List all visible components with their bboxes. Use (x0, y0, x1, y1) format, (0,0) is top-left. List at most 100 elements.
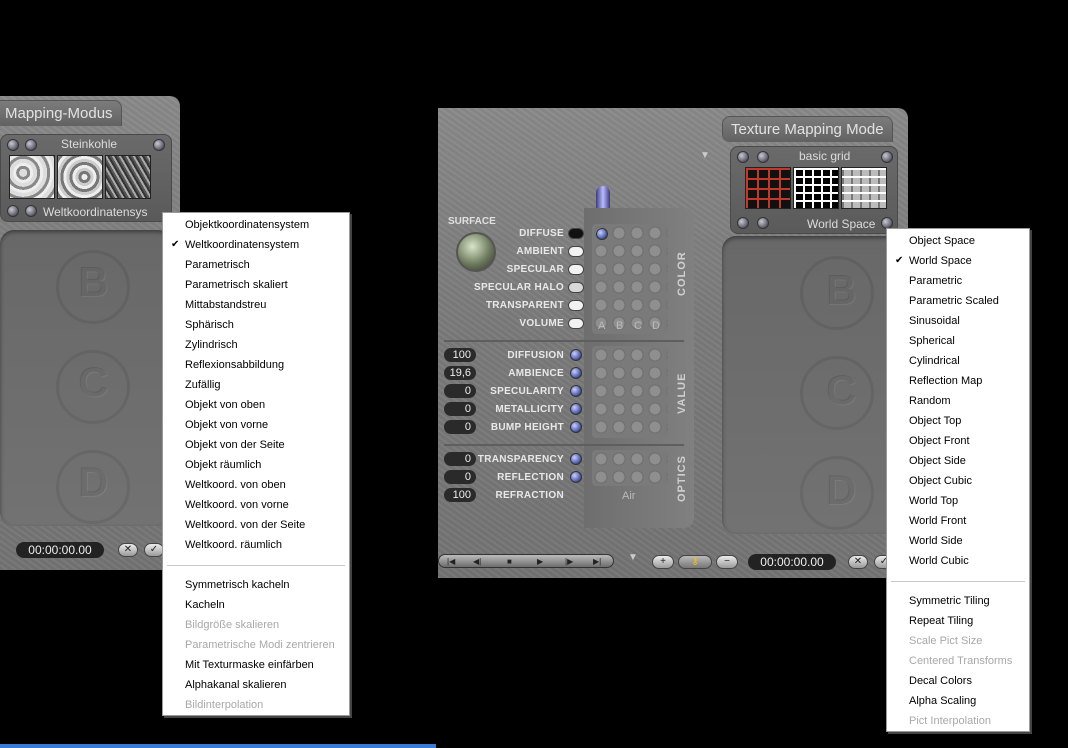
key-icon[interactable]: ⚷ (678, 555, 712, 569)
left-mode-menu-item[interactable]: Sphärisch (163, 315, 349, 335)
left-mode-menu-item[interactable]: Zufällig (163, 375, 349, 395)
diffuse-channel-knob[interactable] (596, 228, 608, 240)
bump-height-knob[interactable] (570, 421, 582, 433)
panel-collapse-arrow-icon[interactable]: ▼ (700, 150, 710, 161)
specularity-value[interactable]: 0 (444, 384, 476, 398)
right-mode-menu-item[interactable]: World Top (887, 491, 1029, 511)
left-cancel-button[interactable]: ✕ (118, 543, 138, 557)
left-texture-box[interactable]: Steinkohle Weltkoordinatensys (0, 134, 172, 222)
left-mode-menu-item[interactable]: Parametrisch skaliert (163, 275, 349, 295)
right-timecode[interactable]: 00:00:00.00 (748, 554, 836, 570)
stop-icon[interactable]: ■ (507, 557, 512, 566)
transparent-color-swatch[interactable] (568, 300, 584, 311)
right-mode-menu-item[interactable]: Random (887, 391, 1029, 411)
left-texture-thumb-2[interactable] (57, 155, 103, 199)
left-texture-thumb-3[interactable] (105, 155, 151, 199)
metallicity-knob[interactable] (570, 403, 582, 415)
right-texture-box[interactable]: basic grid World Space (730, 146, 898, 234)
left-mode-menu-item[interactable]: Parametrisch (163, 255, 349, 275)
diffuse-color-swatch[interactable] (568, 228, 584, 239)
refraction-preset[interactable]: Air (622, 490, 635, 502)
right-tex-menu-knob[interactable] (881, 151, 893, 163)
left-mode-menu-item[interactable]: Zylindrisch (163, 335, 349, 355)
skip-start-icon[interactable]: |◀ (447, 557, 455, 566)
transport-dropdown-icon[interactable]: ▼ (628, 552, 638, 563)
left-tex-menu-knob[interactable] (153, 139, 165, 151)
specular-color-swatch[interactable] (568, 264, 584, 275)
play-icon[interactable]: ▶ (537, 557, 543, 566)
right-mode-menu-item[interactable]: Object Front (887, 431, 1029, 451)
add-keyframe-button[interactable]: + (652, 555, 674, 569)
right-mode-menu-item[interactable]: World Side (887, 531, 1029, 551)
left-tex-knob-2[interactable] (25, 139, 37, 151)
right-mode-menu-item[interactable]: Parametric Scaled (887, 291, 1029, 311)
right-mode-menu-item[interactable]: World Front (887, 511, 1029, 531)
right-mode-menu-item[interactable]: Cylindrical (887, 351, 1029, 371)
left-tex-knob-1[interactable] (7, 139, 19, 151)
specularity-knob[interactable] (570, 385, 582, 397)
color-channel-grid[interactable] (592, 224, 668, 334)
diffusion-value[interactable]: 100 (444, 348, 476, 362)
left-mode-menu-item[interactable]: Weltkoord. räumlich (163, 535, 349, 555)
volume-color-swatch[interactable] (568, 318, 584, 329)
right-mode-menu-item[interactable]: Reflection Map (887, 371, 1029, 391)
left-mode-menu-item[interactable]: Objekt räumlich (163, 455, 349, 475)
ambient-color-swatch[interactable] (568, 246, 584, 257)
skip-end-icon[interactable]: ▶| (593, 557, 601, 566)
reflection-knob[interactable] (570, 471, 582, 483)
left-ok-button[interactable]: ✓ (144, 543, 164, 557)
left-texture-thumb-1[interactable] (9, 155, 55, 199)
right-mode-menu-item[interactable]: Object Cubic (887, 471, 1029, 491)
right-tex-knob-2[interactable] (757, 151, 769, 163)
right-option-menu-item[interactable]: Symmetric Tiling (887, 591, 1029, 611)
right-option-menu-item[interactable]: Alpha Scaling (887, 691, 1029, 711)
right-mode-menu-item[interactable]: Object Top (887, 411, 1029, 431)
right-mode-menu-item[interactable]: Parametric (887, 271, 1029, 291)
left-mode-menu-item[interactable]: Objekt von der Seite (163, 435, 349, 455)
transparency-knob[interactable] (570, 453, 582, 465)
right-mode-knob-2[interactable] (757, 217, 769, 229)
left-mode-label[interactable]: Weltkoordinatensys (43, 205, 148, 219)
left-mode-menu-item[interactable]: Objekt von vorne (163, 415, 349, 435)
left-mode-menu-item[interactable]: Weltkoord. von oben (163, 475, 349, 495)
left-option-menu-item[interactable]: Mit Texturmaske einfärben (163, 655, 349, 675)
left-mode-menu-item[interactable]: Reflexionsabbildung (163, 355, 349, 375)
right-mode-menu-item[interactable]: Sinusoidal (887, 311, 1029, 331)
left-mode-knob-2[interactable] (25, 205, 37, 217)
right-mode-menu-item[interactable]: ✔ World Space (887, 251, 1029, 271)
right-mode-label[interactable]: World Space (807, 217, 875, 231)
step-forward-icon[interactable]: |▶ (565, 557, 573, 566)
right-option-menu-item[interactable]: Decal Colors (887, 671, 1029, 691)
ambience-value[interactable]: 19,6 (444, 366, 476, 380)
right-tex-knob-1[interactable] (737, 151, 749, 163)
right-texture-thumb-3[interactable] (841, 167, 887, 209)
right-mode-knob-1[interactable] (737, 217, 749, 229)
remove-keyframe-button[interactable]: − (716, 555, 738, 569)
specular-halo-color-swatch[interactable] (568, 282, 584, 293)
left-timecode[interactable]: 00:00:00.00 (16, 542, 104, 558)
right-texture-thumb-2[interactable] (793, 167, 839, 209)
right-mode-menu-item[interactable]: Object Space (887, 231, 1029, 251)
left-mode-menu-item[interactable]: Objektkoordinatensystem (163, 215, 349, 235)
metallicity-value[interactable]: 0 (444, 402, 476, 416)
right-texture-thumb-1[interactable] (745, 167, 791, 209)
left-mode-menu-item[interactable]: Weltkoord. von der Seite (163, 515, 349, 535)
value-channel-grid[interactable] (592, 346, 668, 438)
right-mode-menu-item[interactable]: Object Side (887, 451, 1029, 471)
diffusion-knob[interactable] (570, 349, 582, 361)
right-mode-menu-item[interactable]: World Cubic (887, 551, 1029, 571)
left-mode-menu-item[interactable]: Objekt von oben (163, 395, 349, 415)
left-mode-menu-item[interactable]: Mittabstandstreu (163, 295, 349, 315)
left-mode-menu-item[interactable]: ✔ Weltkoordinatensystem (163, 235, 349, 255)
step-back-icon[interactable]: ◀| (473, 557, 481, 566)
right-option-menu-item[interactable]: Repeat Tiling (887, 611, 1029, 631)
value-tab-label[interactable]: VALUE (676, 373, 688, 414)
right-cancel-button[interactable]: ✕ (848, 555, 868, 569)
left-option-menu-item[interactable]: Symmetrisch kacheln (163, 575, 349, 595)
optics-channel-grid[interactable] (592, 450, 668, 486)
left-option-menu-item[interactable]: Alphakanal skalieren (163, 675, 349, 695)
ambience-knob[interactable] (570, 367, 582, 379)
left-mode-knob-1[interactable] (7, 205, 19, 217)
color-tab-label[interactable]: COLOR (676, 251, 688, 296)
right-mode-menu-item[interactable]: Spherical (887, 331, 1029, 351)
